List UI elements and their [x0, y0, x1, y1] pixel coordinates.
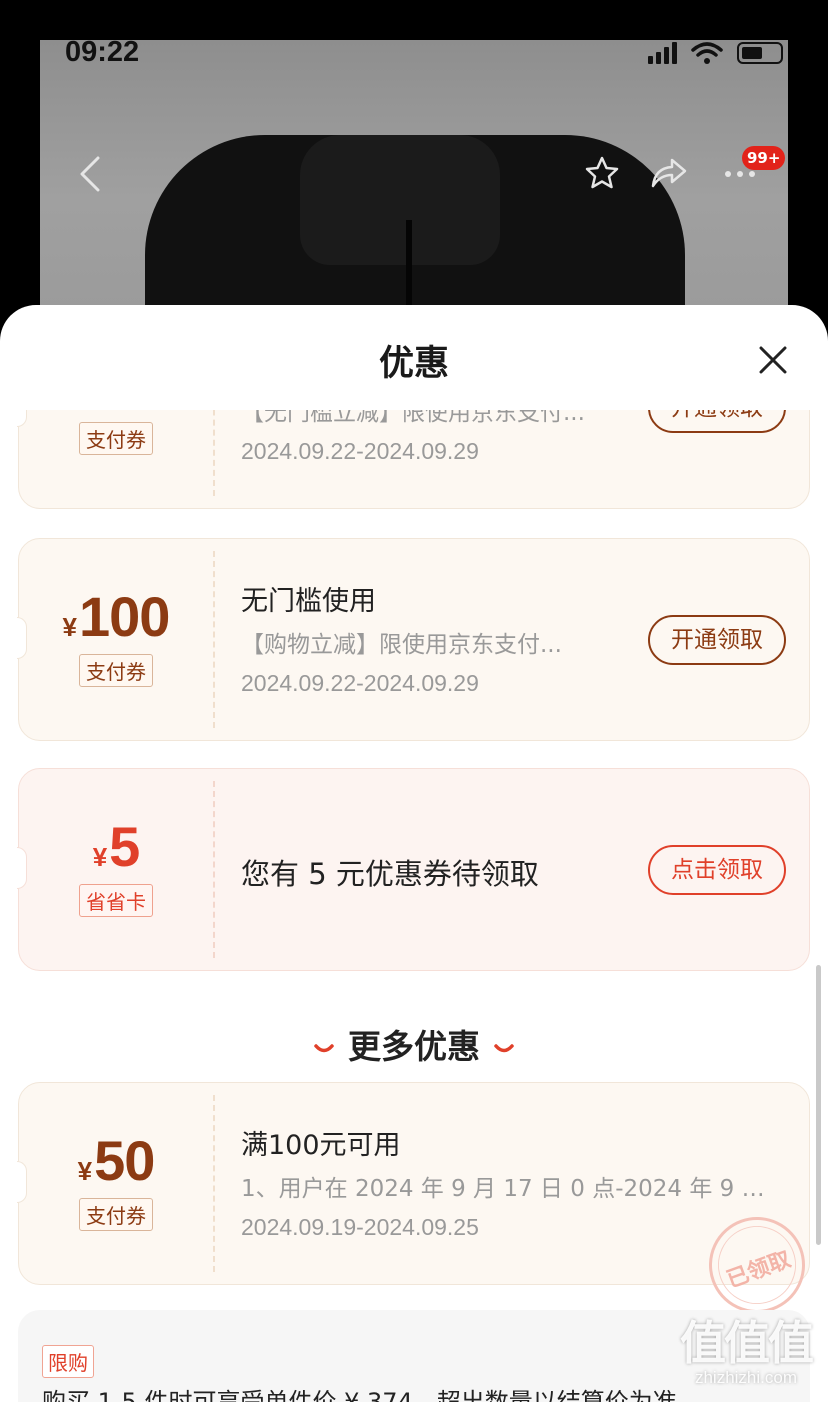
coupon-divider	[213, 781, 215, 958]
message-count-badge: 99+	[742, 146, 786, 170]
coupon-list[interactable]: 支付券 【无门槛立减】限使用京东支付... 2024.09.22-2024.09…	[0, 410, 828, 1402]
coupon-card: ¥100 支付券 无门槛使用 【购物立减】限使用京东支付... 2024.09.…	[17, 538, 810, 741]
back-arrow-icon[interactable]	[78, 156, 102, 192]
coupon-title: 满100元可用	[241, 1130, 401, 1161]
coupon-desc: 【购物立减】限使用京东支付...	[241, 632, 562, 658]
watermark-url: zhizhizhi.com	[694, 1368, 798, 1387]
coupon-title: 无门槛使用	[241, 586, 376, 617]
scrollbar[interactable]	[816, 965, 821, 1245]
favorite-star-icon[interactable]	[584, 155, 620, 191]
limit-tag: 限购	[42, 1345, 94, 1378]
close-icon[interactable]	[756, 343, 790, 377]
jacket-collar	[300, 135, 500, 265]
coupon-type-tag: 支付券	[79, 1198, 153, 1231]
coupon-desc: 1、用户在 2024 年 9 月 17 日 0 点-2024 年 9 月...	[241, 1176, 781, 1202]
coupon-card: ¥5 省省卡 您有 5 元优惠券待领取 点击领取	[17, 768, 810, 971]
wifi-icon	[691, 42, 723, 64]
coupon-card: ¥50 支付券 满100元可用 1、用户在 2024 年 9 月 17 日 0 …	[17, 1082, 819, 1327]
coupon-date: 2024.09.22-2024.09.29	[241, 438, 479, 464]
chevron-down-icon	[494, 1043, 514, 1052]
discount-sheet: 优惠 支付券 【无门槛立减】限使用京东支付... 2024.09.22-2024…	[0, 305, 828, 1402]
battery-icon	[737, 42, 783, 64]
coupon-date: 2024.09.22-2024.09.29	[241, 670, 479, 696]
coupon-type-tag: 支付券	[79, 422, 153, 455]
signal-icon	[648, 42, 677, 64]
coupon-desc: 【无门槛立减】限使用京东支付...	[241, 410, 585, 426]
coupon-tag-area: 支付券	[19, 410, 213, 508]
coupon-title: 您有 5 元优惠券待领取	[241, 857, 539, 891]
coupon-type-tag: 支付券	[79, 654, 153, 687]
coupon-tag-area: 支付券	[19, 539, 213, 740]
coupon-tag-area: 省省卡	[19, 769, 213, 970]
claimed-stamp: 已领取	[695, 1203, 819, 1327]
status-icons	[648, 42, 783, 64]
claimed-stamp-text: 已领取	[723, 1247, 795, 1294]
coupon-date: 2024.09.19-2024.09.25	[241, 1214, 479, 1240]
section-title: 更多优惠	[348, 1027, 480, 1066]
status-time: 09:22	[65, 36, 140, 68]
coupon-divider	[213, 410, 215, 496]
sheet-title: 优惠	[378, 344, 449, 384]
chevron-down-icon	[314, 1043, 334, 1052]
limit-text: 购买 1-5 件时可享受单件价 ¥ 374，超出数量以结算价为准	[42, 1388, 677, 1402]
watermark: 值值值 zhizhizhi.com	[680, 1316, 814, 1388]
coupon-tag-area: 支付券	[19, 1083, 213, 1284]
coupon-card: 支付券 【无门槛立减】限使用京东支付... 2024.09.22-2024.09…	[17, 410, 810, 509]
more-discounts-header: 更多优惠	[0, 1020, 828, 1068]
claim-button[interactable]: 点击领取	[648, 845, 786, 895]
claim-button[interactable]: 开通领取	[648, 615, 786, 665]
coupon-type-tag: 省省卡	[79, 884, 153, 917]
claim-button[interactable]: 开通领取	[648, 410, 786, 433]
coupon-divider	[213, 551, 215, 728]
watermark-logo: 值值值	[680, 1316, 814, 1370]
coupon-divider	[213, 1095, 215, 1272]
share-icon[interactable]	[650, 157, 688, 189]
